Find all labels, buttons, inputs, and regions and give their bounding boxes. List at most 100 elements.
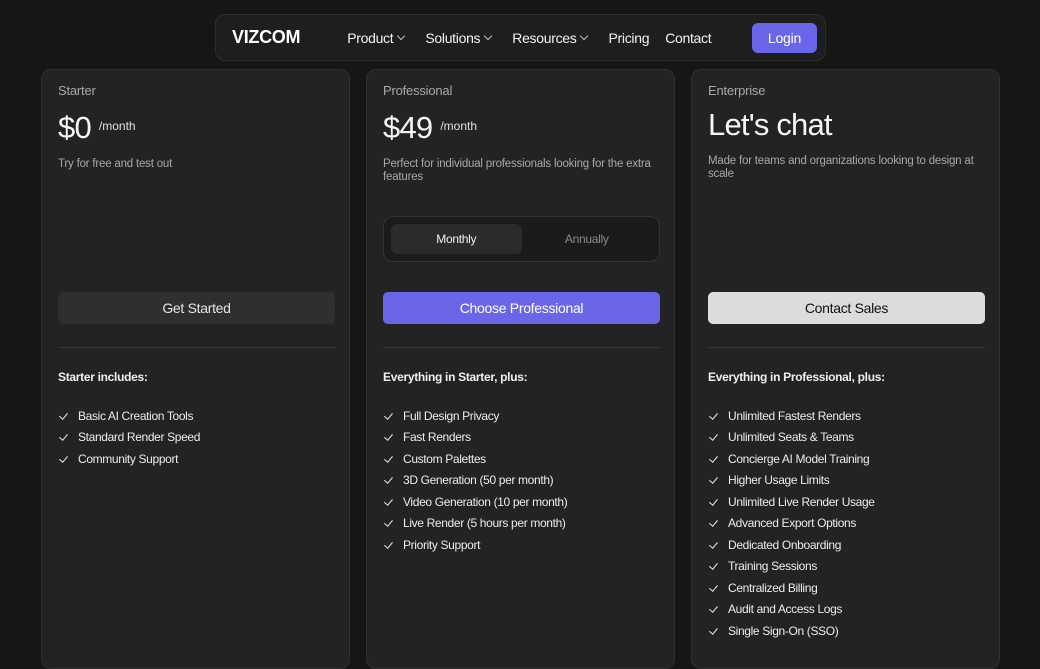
feature-item: Basic AI Creation Tools bbox=[58, 405, 200, 427]
feature-item: Advanced Export Options bbox=[708, 513, 875, 535]
check-icon bbox=[58, 454, 68, 464]
feature-label: Live Render (5 hours per month) bbox=[403, 516, 566, 531]
check-icon bbox=[383, 497, 393, 507]
includes-title: Everything in Professional, plus: bbox=[708, 370, 885, 384]
price: $0 bbox=[58, 110, 92, 145]
feature-label: Single Sign-On (SSO) bbox=[728, 623, 839, 638]
top-navbar: VIZCOM Product Solutions Resources Prici… bbox=[215, 14, 826, 61]
feature-item: Centralized Billing bbox=[708, 577, 875, 599]
plan-description: Perfect for individual professionals loo… bbox=[383, 158, 651, 183]
feature-item: Single Sign-On (SSO) bbox=[708, 620, 875, 642]
feature-label: Fast Renders bbox=[403, 430, 471, 445]
login-button[interactable]: Login bbox=[752, 22, 817, 53]
includes-title: Starter includes: bbox=[58, 370, 148, 384]
check-icon bbox=[708, 626, 718, 636]
check-icon bbox=[708, 454, 718, 464]
enterprise-headline: Let's chat bbox=[708, 107, 833, 142]
check-icon bbox=[708, 604, 718, 614]
check-icon bbox=[708, 475, 718, 485]
nav-item-pricing[interactable]: Pricing bbox=[608, 30, 649, 46]
feature-item: Training Sessions bbox=[708, 556, 875, 578]
nav-item-label: Product bbox=[347, 29, 394, 46]
billing-toggle: Monthly Annually bbox=[383, 216, 660, 262]
feature-label: Training Sessions bbox=[728, 559, 817, 574]
plan-description: Made for teams and organizations looking… bbox=[708, 155, 974, 180]
check-icon bbox=[383, 518, 393, 528]
nav-item-label: Solutions bbox=[425, 29, 481, 46]
pricing-card-professional: Professional $49 /month Perfect for indi… bbox=[366, 69, 675, 669]
pricing-card-enterprise: Enterprise Let's chat Made for teams and… bbox=[691, 69, 1000, 669]
nav-item-label: Pricing bbox=[608, 29, 650, 46]
feature-label: Priority Support bbox=[403, 537, 481, 552]
tier-name: Starter bbox=[58, 83, 96, 98]
tier-name: Enterprise bbox=[708, 83, 766, 98]
divider bbox=[383, 347, 660, 348]
toggle-monthly[interactable]: Monthly bbox=[391, 224, 522, 254]
feature-item: 3D Generation (50 per month) bbox=[383, 470, 567, 492]
check-icon bbox=[383, 411, 393, 421]
price-period: /month bbox=[98, 119, 136, 133]
pricing-card-starter: Starter $0 /month Try for free and test … bbox=[41, 69, 350, 669]
feature-item: Custom Palettes bbox=[383, 448, 567, 470]
nav-item-label: Contact bbox=[665, 29, 712, 46]
feature-item: Fast Renders bbox=[383, 427, 567, 449]
feature-list: Full Design Privacy Fast Renders Custom … bbox=[383, 405, 568, 556]
feature-list: Unlimited Fastest Renders Unlimited Seat… bbox=[708, 405, 875, 642]
feature-label: Unlimited Seats & Teams bbox=[728, 430, 854, 445]
feature-item: Concierge AI Model Training bbox=[708, 448, 875, 470]
price-period: /month bbox=[440, 119, 478, 133]
nav-item-product[interactable]: Product bbox=[347, 29, 406, 46]
feature-item: Priority Support bbox=[383, 534, 567, 556]
feature-label: Basic AI Creation Tools bbox=[78, 408, 194, 423]
nav-item-contact[interactable]: Contact bbox=[665, 30, 711, 46]
nav-item-solutions[interactable]: Solutions bbox=[425, 29, 493, 46]
feature-label: Higher Usage Limits bbox=[728, 473, 830, 488]
chevron-down-icon bbox=[580, 31, 589, 41]
nav-item-label: Resources bbox=[512, 29, 577, 46]
choose-professional-button[interactable]: Choose Professional bbox=[383, 292, 660, 324]
nav-links: Product Solutions Resources Pricing Cont… bbox=[347, 30, 752, 46]
check-icon bbox=[708, 432, 718, 442]
chevron-down-icon bbox=[397, 31, 406, 41]
feature-label: Audit and Access Logs bbox=[728, 602, 843, 617]
chevron-down-icon bbox=[484, 31, 493, 41]
divider bbox=[58, 347, 335, 348]
feature-list: Basic AI Creation Tools Standard Render … bbox=[58, 405, 200, 470]
feature-label: Unlimited Live Render Usage bbox=[728, 494, 875, 509]
check-icon bbox=[58, 411, 68, 421]
feature-item: Video Generation (10 per month) bbox=[383, 491, 568, 513]
price-row: $49 /month bbox=[383, 110, 477, 146]
feature-item: Live Render (5 hours per month) bbox=[383, 513, 567, 535]
tier-name: Professional bbox=[383, 83, 453, 98]
feature-label: Dedicated Onboarding bbox=[728, 537, 842, 552]
get-started-button[interactable]: Get Started bbox=[58, 292, 335, 324]
check-icon bbox=[383, 540, 393, 550]
feature-item: Unlimited Live Render Usage bbox=[708, 491, 875, 513]
price-row: $0 /month bbox=[58, 110, 136, 146]
feature-label: 3D Generation (50 per month) bbox=[403, 473, 554, 488]
feature-label: Full Design Privacy bbox=[403, 408, 500, 423]
check-icon bbox=[383, 475, 393, 485]
vizcom-logo[interactable]: VIZCOM bbox=[232, 27, 301, 48]
includes-title: Everything in Starter, plus: bbox=[383, 370, 528, 384]
toggle-annually[interactable]: Annually bbox=[522, 224, 653, 254]
feature-label: Custom Palettes bbox=[403, 451, 486, 466]
feature-label: Concierge AI Model Training bbox=[728, 451, 870, 466]
feature-label: Centralized Billing bbox=[728, 580, 818, 595]
nav-item-resources[interactable]: Resources bbox=[512, 29, 589, 46]
check-icon bbox=[708, 497, 718, 507]
check-icon bbox=[58, 432, 68, 442]
feature-item: Higher Usage Limits bbox=[708, 470, 875, 492]
feature-label: Advanced Export Options bbox=[728, 516, 857, 531]
check-icon bbox=[383, 432, 393, 442]
feature-label: Community Support bbox=[78, 451, 179, 466]
check-icon bbox=[708, 540, 718, 550]
divider bbox=[708, 347, 985, 348]
contact-sales-button[interactable]: Contact Sales bbox=[708, 292, 985, 324]
price: $49 bbox=[383, 110, 433, 145]
feature-item: Unlimited Seats & Teams bbox=[708, 427, 875, 449]
check-icon bbox=[708, 561, 718, 571]
feature-item: Standard Render Speed bbox=[58, 427, 200, 449]
plan-description: Try for free and test out bbox=[58, 158, 173, 170]
check-icon bbox=[383, 454, 393, 464]
